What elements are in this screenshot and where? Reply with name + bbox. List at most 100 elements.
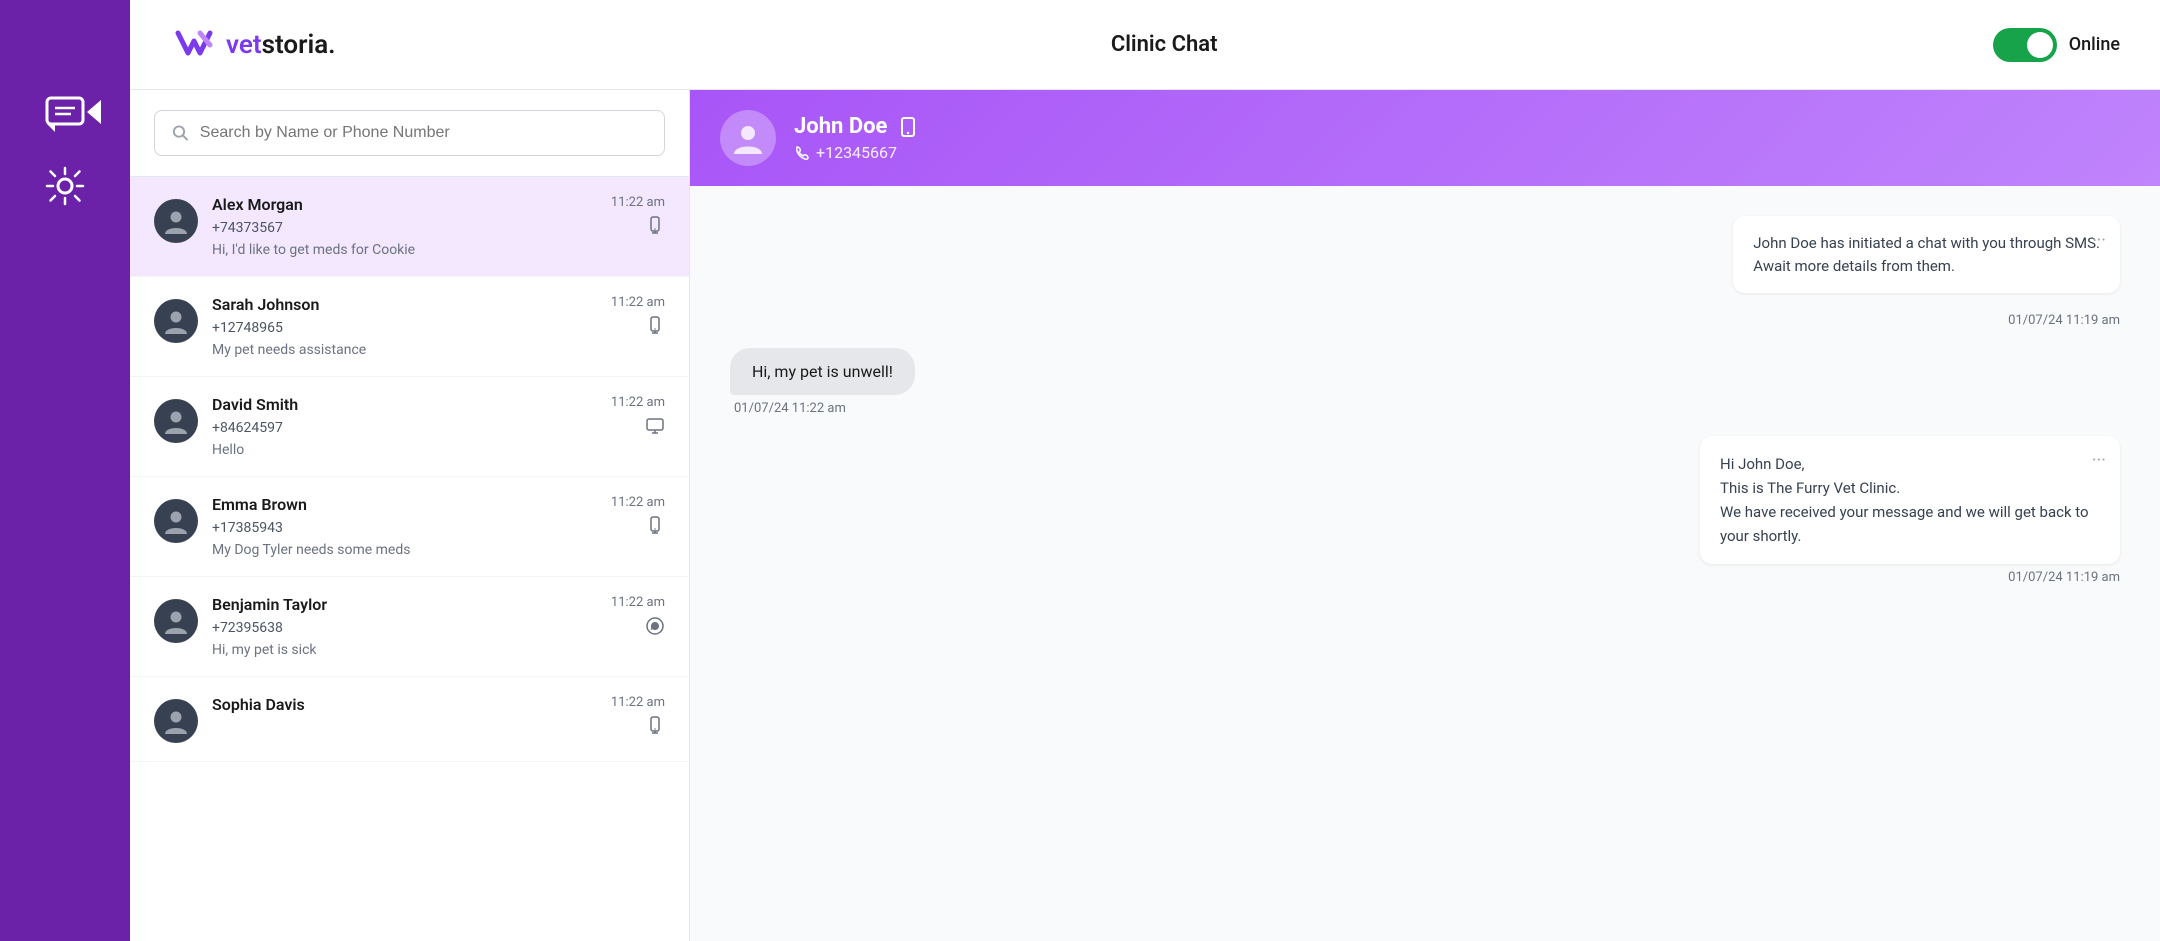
- system-message: John Doe has initiated a chat with you t…: [1733, 216, 2120, 293]
- settings-nav-icon[interactable]: [43, 164, 87, 208]
- channel-icon: [645, 216, 665, 240]
- chat-name: David Smith: [212, 395, 298, 414]
- logo: vetstoria.: [170, 25, 336, 65]
- chat-item-david-smith[interactable]: David Smith 11:22 am +84624597 Hello: [130, 377, 689, 477]
- messages-area: John Doe has initiated a chat with you t…: [690, 186, 2160, 941]
- outgoing-message-text: Hi John Doe,This is The Furry Vet Clinic…: [1720, 452, 2100, 548]
- chat-time: 11:22 am: [611, 495, 665, 510]
- incoming-bubble: Hi, my pet is unwell!: [730, 348, 915, 395]
- chat-list: Alex Morgan 11:22 am +74373567 Hi, I'd l…: [130, 177, 689, 941]
- chat-item-emma-brown[interactable]: Emma Brown 11:22 am +17385943 My Dog Tyl…: [130, 477, 689, 577]
- phone-call-icon: [794, 145, 810, 161]
- active-indicator: [87, 100, 101, 124]
- outgoing-message-block: Hi John Doe,This is The Furry Vet Clinic…: [730, 436, 2120, 585]
- chat-nav-icon[interactable]: [43, 90, 87, 134]
- chat-header-info: John Doe +12345667: [794, 114, 919, 162]
- logo-vet: vet: [226, 30, 262, 60]
- chat-preview: Hi, my pet is sick: [212, 642, 665, 658]
- chat-info-top: Sophia Davis 11:22 am: [212, 695, 665, 714]
- chat-info-top: David Smith 11:22 am: [212, 395, 665, 414]
- outgoing-timestamp: 01/07/24 11:19 am: [2008, 570, 2120, 585]
- phone-icon: [897, 116, 919, 138]
- search-input[interactable]: [200, 124, 648, 142]
- chat-time: 11:22 am: [611, 295, 665, 310]
- chat-item-benjamin-taylor[interactable]: Benjamin Taylor 11:22 am +72395638 Hi, m…: [130, 577, 689, 677]
- chat-time: 11:22 am: [611, 395, 665, 410]
- chat-info: David Smith 11:22 am +84624597 Hello: [212, 395, 665, 458]
- sidebar-nav: [0, 0, 130, 941]
- chat-item-alex-morgan[interactable]: Alex Morgan 11:22 am +74373567 Hi, I'd l…: [130, 177, 689, 277]
- chat-info: Sarah Johnson 11:22 am +12748965 My pet …: [212, 295, 665, 358]
- chat-header-name: John Doe: [794, 114, 919, 139]
- header-title: Clinic Chat: [1111, 32, 1218, 57]
- chat-info-top: Emma Brown 11:22 am: [212, 495, 665, 514]
- phone-number: +17385943: [212, 520, 283, 536]
- channel-icon: [645, 416, 665, 440]
- chat-time: 11:22 am: [611, 595, 665, 610]
- chat-item-sophia-davis[interactable]: Sophia Davis 11:22 am: [130, 677, 689, 762]
- online-toggle[interactable]: [1993, 28, 2057, 62]
- search-icon: [171, 123, 190, 143]
- system-message-timestamp: 01/07/24 11:19 am: [730, 313, 2120, 328]
- chat-preview: Hi, I'd like to get meds for Cookie: [212, 242, 665, 258]
- phone-number: +74373567: [212, 220, 283, 236]
- search-container: [130, 90, 689, 177]
- logo-icon: [170, 25, 218, 65]
- chat-preview: Hello: [212, 442, 665, 458]
- channel-icon: [645, 616, 665, 640]
- avatar: [154, 499, 198, 543]
- chat-header-avatar: [720, 110, 776, 166]
- avatar: [154, 199, 198, 243]
- chat-info: Benjamin Taylor 11:22 am +72395638 Hi, m…: [212, 595, 665, 658]
- avatar: [154, 399, 198, 443]
- chat-time: 11:22 am: [611, 195, 665, 210]
- avatar: [154, 299, 198, 343]
- outgoing-dots[interactable]: ···: [2092, 450, 2106, 471]
- system-message-dots[interactable]: ···: [2092, 230, 2106, 251]
- main-container: vetstoria. Clinic Chat Online: [130, 0, 2160, 941]
- phone-number: +72395638: [212, 620, 283, 636]
- chat-preview: My pet needs assistance: [212, 342, 665, 358]
- active-chat-name: John Doe: [794, 114, 887, 139]
- chat-info: Emma Brown 11:22 am +17385943 My Dog Tyl…: [212, 495, 665, 558]
- chat-name: Sarah Johnson: [212, 295, 319, 314]
- avatar: [154, 599, 198, 643]
- phone-number: +12748965: [212, 320, 283, 336]
- toggle-slider[interactable]: [1993, 28, 2057, 62]
- chat-header: John Doe +12345667: [690, 90, 2160, 186]
- chat-list-panel: Alex Morgan 11:22 am +74373567 Hi, I'd l…: [130, 90, 690, 941]
- logo-text: vetstoria.: [226, 30, 336, 60]
- chat-phone: +17385943: [212, 516, 665, 540]
- chat-phone: +72395638: [212, 616, 665, 640]
- chat-name: Sophia Davis: [212, 695, 305, 714]
- channel-icon: [645, 516, 665, 540]
- chat-phone: +12748965: [212, 316, 665, 340]
- system-message-text: John Doe has initiated a chat with you t…: [1753, 232, 2100, 277]
- online-status: Online: [1993, 28, 2120, 62]
- chat-info: Alex Morgan 11:22 am +74373567 Hi, I'd l…: [212, 195, 665, 258]
- avatar: [154, 699, 198, 743]
- chat-info-top: Alex Morgan 11:22 am: [212, 195, 665, 214]
- channel-icon: [645, 716, 665, 740]
- top-header: vetstoria. Clinic Chat Online: [130, 0, 2160, 90]
- search-box: [154, 110, 665, 156]
- chat-preview: My Dog Tyler needs some meds: [212, 542, 665, 558]
- chat-name: Benjamin Taylor: [212, 595, 327, 614]
- chat-phone: [212, 716, 665, 740]
- chat-phone: +84624597: [212, 416, 665, 440]
- chat-name: Emma Brown: [212, 495, 307, 514]
- chat-name: Alex Morgan: [212, 195, 303, 214]
- chat-info: Sophia Davis 11:22 am: [212, 695, 665, 742]
- chat-panel: John Doe +12345667: [690, 90, 2160, 941]
- chat-info-top: Benjamin Taylor 11:22 am: [212, 595, 665, 614]
- phone-number: +84624597: [212, 420, 283, 436]
- chat-time: 11:22 am: [611, 695, 665, 710]
- incoming-bubble-text: Hi, my pet is unwell!: [752, 362, 893, 381]
- chat-header-phone: +12345667: [794, 143, 919, 162]
- outgoing-message: Hi John Doe,This is The Furry Vet Clinic…: [1700, 436, 2120, 564]
- online-label: Online: [2069, 34, 2120, 55]
- chat-phone: +74373567: [212, 216, 665, 240]
- incoming-message-block: Hi, my pet is unwell! 01/07/24 11:22 am: [730, 348, 2120, 416]
- channel-icon: [645, 316, 665, 340]
- chat-item-sarah-johnson[interactable]: Sarah Johnson 11:22 am +12748965 My pet …: [130, 277, 689, 377]
